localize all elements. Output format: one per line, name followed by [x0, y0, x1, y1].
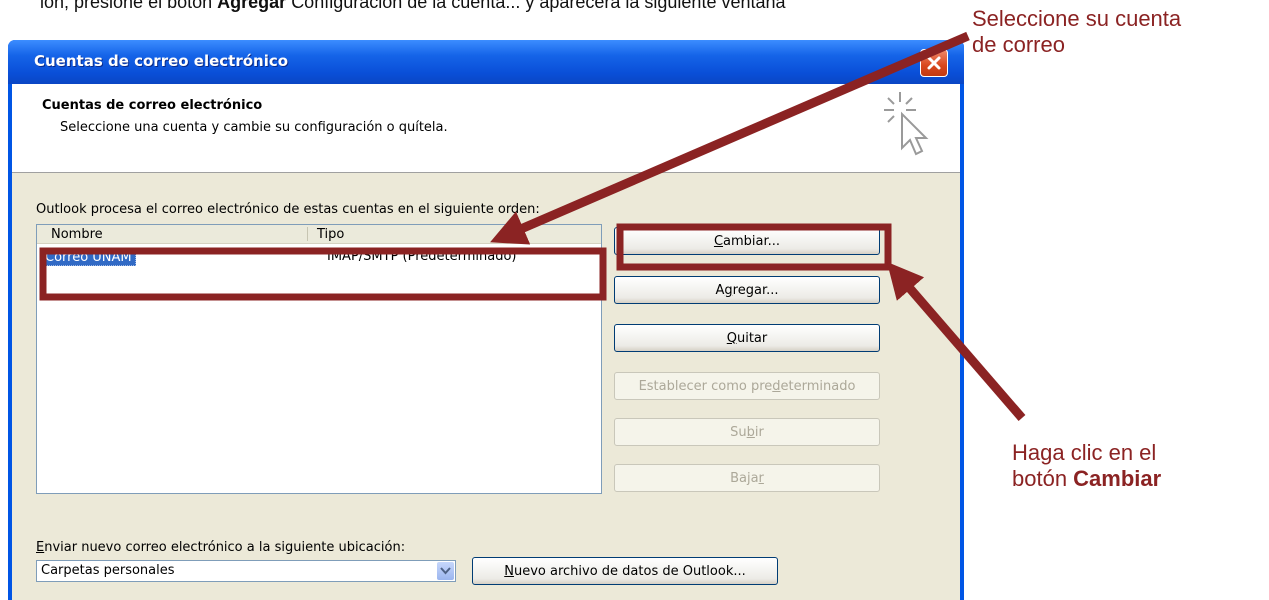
annotation-overlay [39, 31, 1026, 421]
arrow-to-account-row [490, 31, 970, 245]
arrow-to-change-button [886, 261, 1026, 421]
change-button-highlight [616, 223, 892, 271]
account-row-highlight [39, 247, 607, 301]
